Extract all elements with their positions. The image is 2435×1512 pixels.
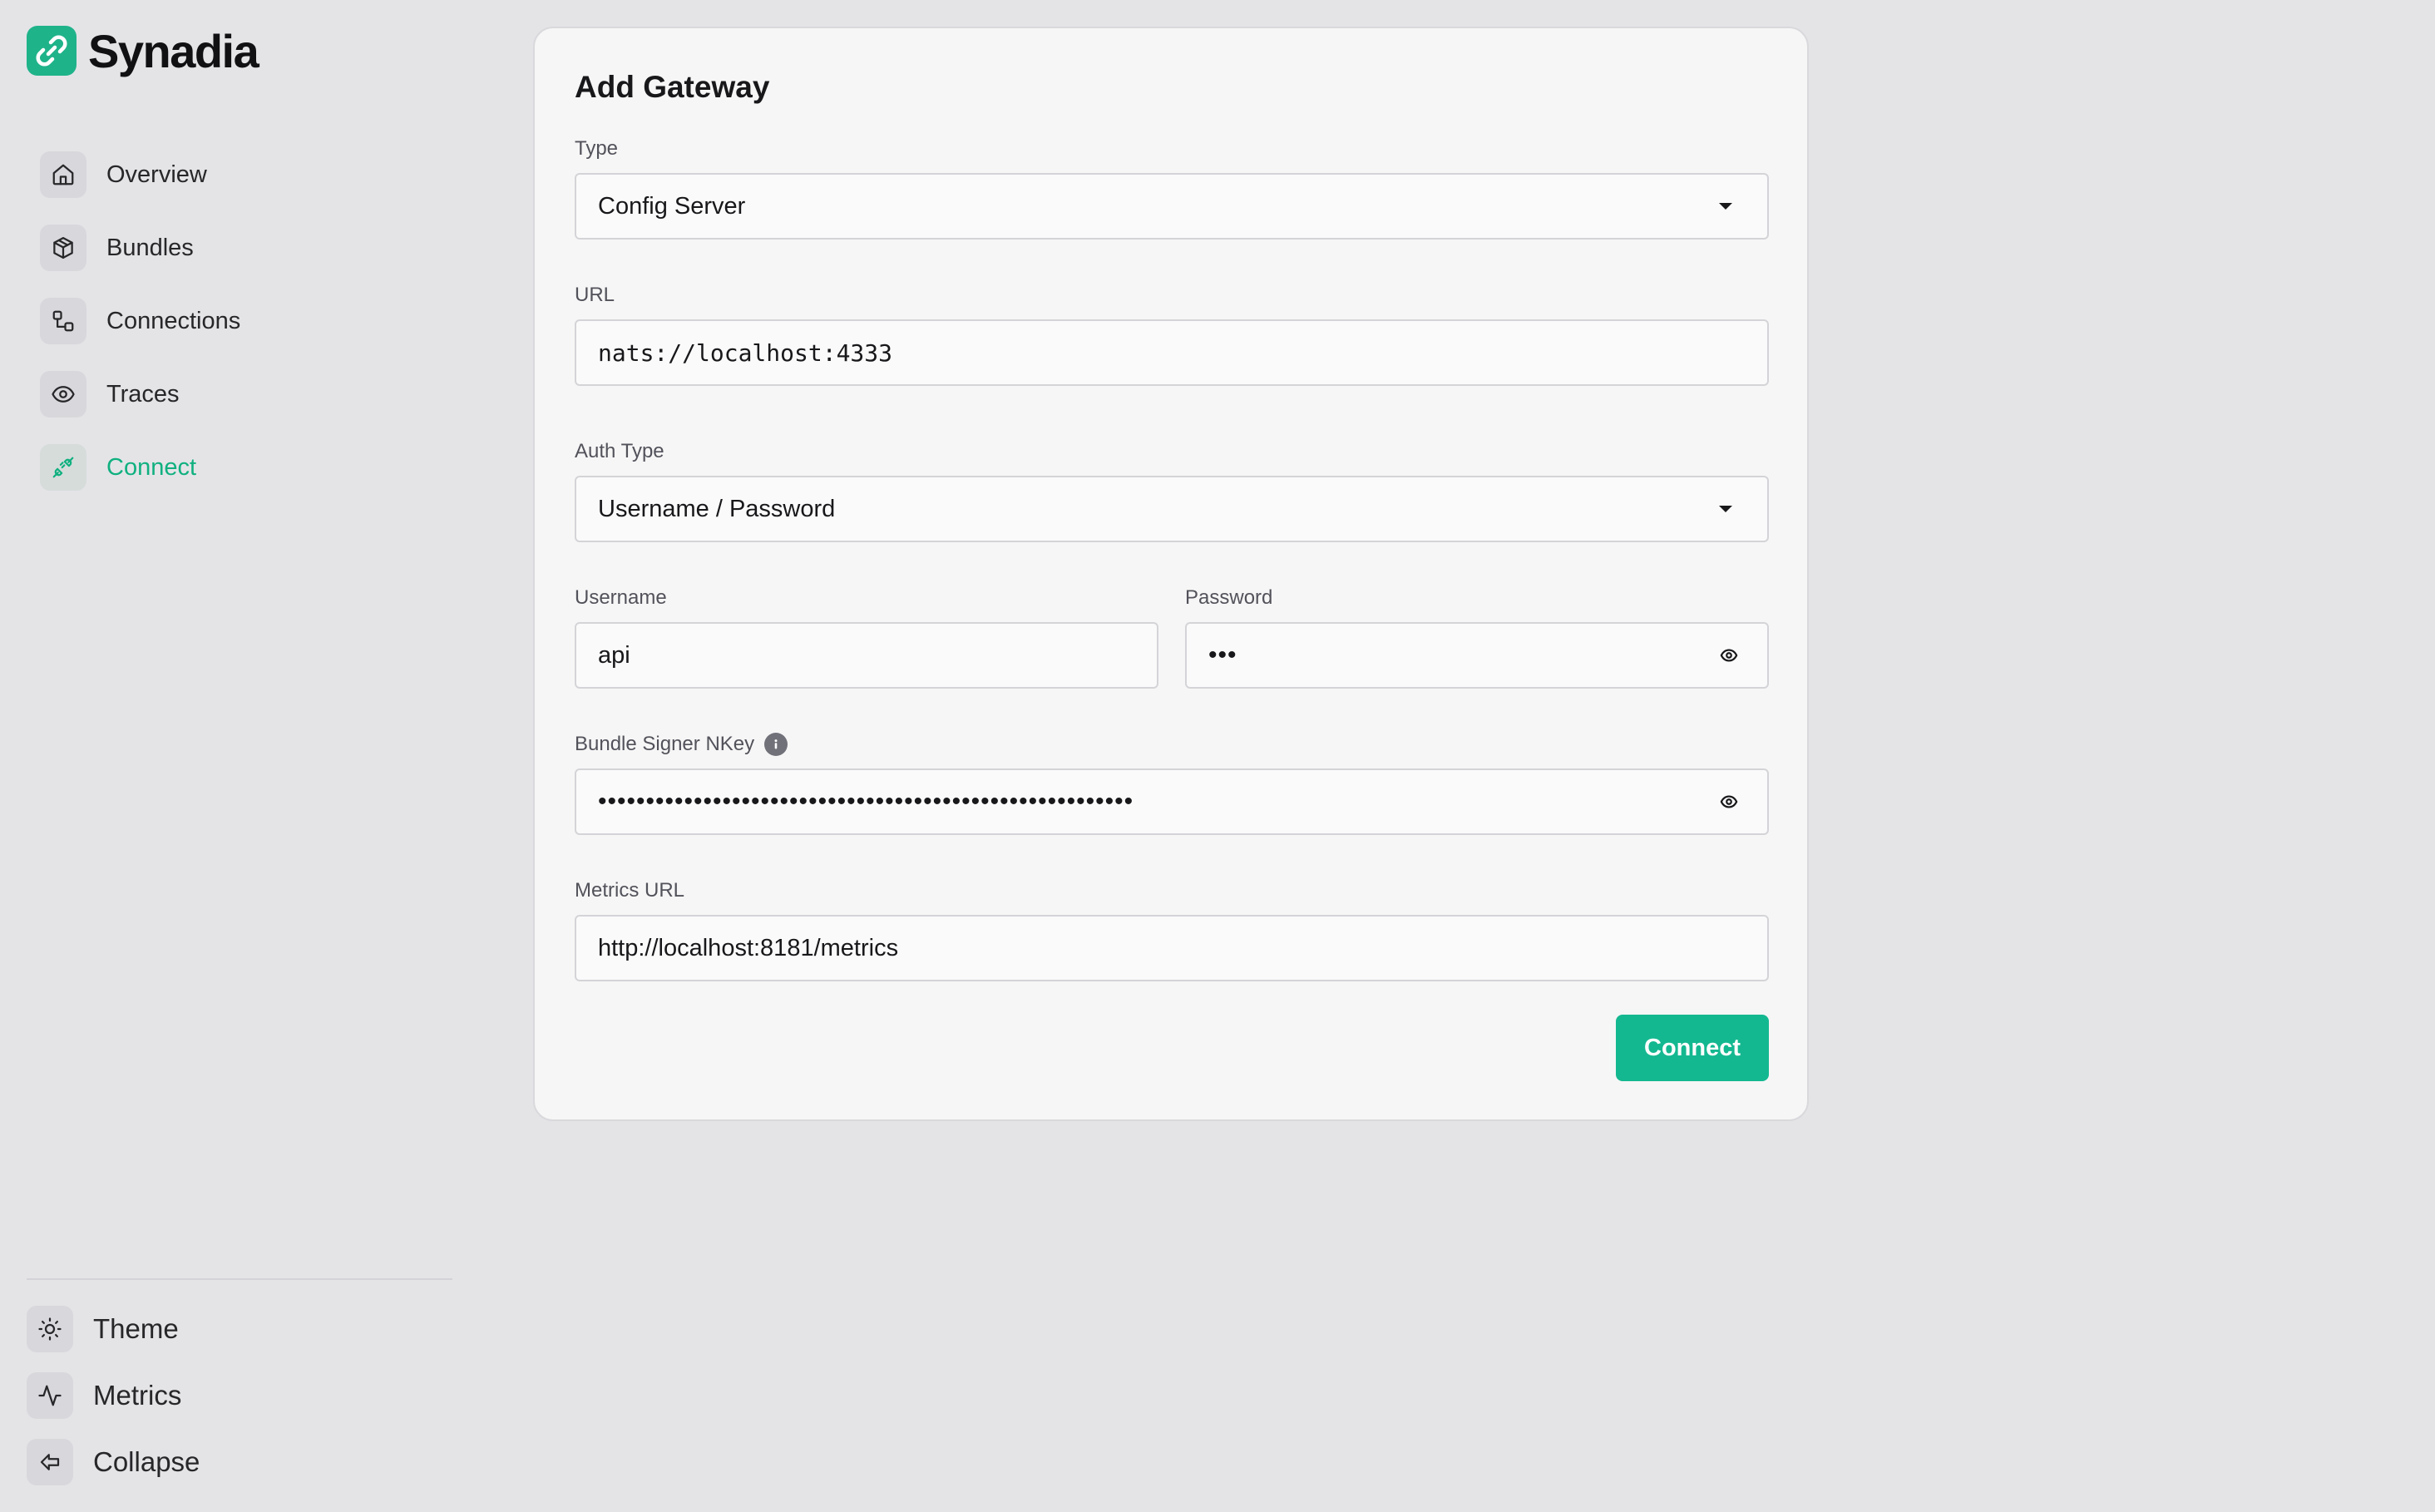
password-masked-value: ••• [1208, 643, 1237, 668]
show-password-eye-icon[interactable] [1714, 640, 1744, 670]
show-nkey-eye-icon[interactable] [1714, 787, 1744, 817]
sidebar-item-theme[interactable]: Theme [27, 1306, 200, 1352]
type-select-value: Config Server [598, 192, 746, 220]
username-input[interactable]: api [575, 622, 1158, 689]
sidebar-item-label: Overview [106, 161, 207, 188]
auth-type-label: Auth Type [575, 440, 664, 462]
username-label: Username [575, 586, 667, 609]
bundle-signer-nkey-input[interactable]: ••••••••••••••••••••••••••••••••••••••••… [575, 768, 1769, 835]
sidebar-item-traces[interactable]: Traces [40, 371, 240, 418]
synadia-logo-icon [27, 26, 77, 76]
sidebar-item-collapse[interactable]: Collapse [27, 1439, 200, 1485]
bundle-signer-nkey-masked-value: ••••••••••••••••••••••••••••••••••••••••… [598, 789, 1134, 814]
metrics-url-input[interactable]: http://localhost:8181/metrics [575, 915, 1769, 981]
sidebar-item-label: Theme [93, 1313, 179, 1344]
sidebar-item-overview[interactable]: Overview [40, 151, 240, 198]
bundle-signer-nkey-label: Bundle Signer NKey [575, 733, 788, 756]
connect-button[interactable]: Connect [1616, 1015, 1769, 1081]
sidebar-item-connections[interactable]: Connections [40, 298, 240, 344]
brand-logo[interactable]: Synadia [27, 24, 259, 77]
sidebar-nav: Overview Bundles Connections Traces Conn… [40, 151, 240, 517]
type-select[interactable]: Config Server [575, 173, 1769, 240]
card-title: Add Gateway [575, 70, 770, 104]
connections-icon [40, 298, 86, 344]
metrics-url-input-value: http://localhost:8181/metrics [598, 934, 899, 961]
url-label: URL [575, 284, 615, 306]
sidebar-item-label: Collapse [93, 1446, 200, 1477]
sidebar-item-metrics[interactable]: Metrics [27, 1372, 200, 1419]
sidebar-item-label: Bundles [106, 234, 194, 261]
url-input-value: nats://localhost:4333 [598, 338, 893, 367]
sidebar-bottom-nav: Theme Metrics Collapse [27, 1306, 200, 1505]
sidebar-item-label: Connections [106, 307, 241, 334]
chevron-down-icon [1719, 506, 1732, 512]
metrics-url-label: Metrics URL [575, 879, 685, 902]
eye-icon [40, 371, 86, 418]
username-input-value: api [598, 641, 630, 669]
password-label: Password [1185, 586, 1273, 609]
url-input[interactable]: nats://localhost:4333 [575, 319, 1769, 386]
activity-icon [27, 1372, 73, 1419]
bundle-signer-nkey-label-text: Bundle Signer NKey [575, 733, 755, 755]
sidebar-item-label: Connect [106, 453, 197, 481]
add-gateway-card: Add Gateway Type Config Server URL nats:… [533, 27, 1809, 1121]
auth-type-select-value: Username / Password [598, 495, 836, 522]
chevron-down-icon [1719, 203, 1732, 210]
sidebar-item-bundles[interactable]: Bundles [40, 225, 240, 271]
info-icon[interactable] [764, 733, 788, 756]
sidebar-item-label: Metrics [93, 1380, 182, 1411]
home-icon [40, 151, 86, 198]
sidebar-item-label: Traces [106, 380, 180, 408]
sidebar-item-connect[interactable]: Connect [40, 444, 240, 491]
package-icon [40, 225, 86, 271]
brand-name: Synadia [88, 24, 259, 77]
type-label: Type [575, 137, 619, 160]
sidebar-divider [27, 1278, 452, 1280]
arrow-left-icon [27, 1439, 73, 1485]
sun-icon [27, 1306, 73, 1352]
plug-icon [40, 444, 86, 491]
auth-type-select[interactable]: Username / Password [575, 476, 1769, 542]
password-input[interactable]: ••• [1185, 622, 1769, 689]
